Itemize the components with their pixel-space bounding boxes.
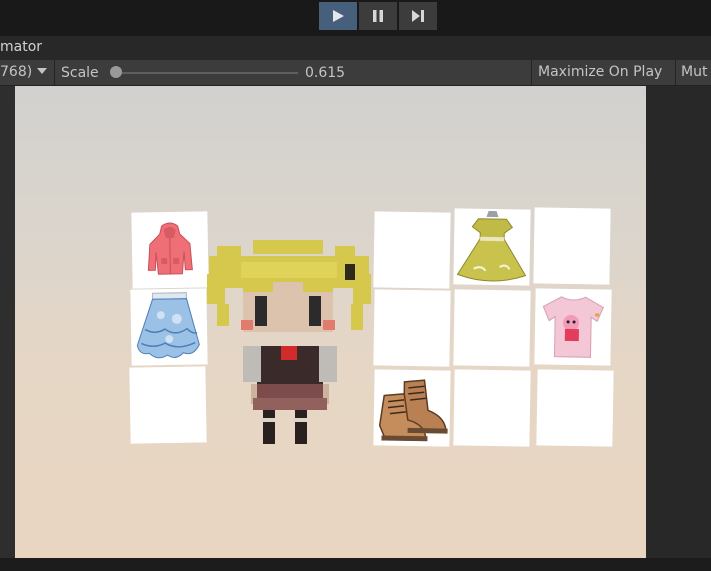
toolbar-divider	[54, 60, 55, 85]
window-tab-title[interactable]: mator	[0, 39, 42, 55]
step-button[interactable]	[399, 2, 437, 30]
boots-icon	[378, 379, 448, 442]
pause-icon	[373, 10, 383, 22]
inventory-slot-empty[interactable]	[373, 289, 451, 367]
play-button[interactable]	[319, 2, 357, 30]
playback-controls	[319, 2, 439, 30]
inventory-slot-empty[interactable]	[373, 211, 451, 289]
inventory-slot-tshirt[interactable]	[534, 288, 612, 366]
game-view-side-panel	[646, 86, 711, 558]
main-toolbar	[0, 0, 711, 36]
coat-icon	[147, 222, 193, 275]
tshirt-icon	[542, 296, 604, 358]
step-icon	[412, 10, 424, 22]
resolution-dropdown[interactable]: 768)	[0, 64, 32, 80]
dress-icon	[456, 210, 527, 282]
inventory-slot-empty[interactable]	[536, 369, 614, 447]
inventory-slot-skirt[interactable]	[130, 288, 208, 366]
scale-slider-track[interactable]	[116, 72, 298, 74]
inventory-slot-boots[interactable]	[373, 369, 451, 447]
game-view-toolbar: 768) Scale 0.615 Maximize On Play Mut	[0, 60, 711, 86]
scale-value: 0.615	[305, 65, 346, 81]
play-icon	[333, 10, 344, 22]
inventory-slot-empty[interactable]	[129, 366, 207, 444]
inventory-slot-empty[interactable]	[533, 207, 611, 285]
window-tab-strip: mator	[0, 36, 711, 60]
inventory-slot-coat[interactable]	[131, 211, 209, 289]
inventory-slot-empty[interactable]	[453, 289, 531, 367]
pause-button[interactable]	[359, 2, 397, 30]
maximize-on-play-button[interactable]: Maximize On Play	[532, 60, 674, 85]
bottom-bar	[0, 558, 711, 571]
character-avatar	[207, 240, 371, 444]
chevron-down-icon[interactable]	[37, 68, 47, 74]
game-viewport[interactable]	[15, 86, 646, 558]
inventory-slot-empty[interactable]	[453, 369, 531, 447]
scale-label: Scale	[61, 65, 99, 81]
mute-audio-button[interactable]: Mut	[676, 60, 707, 85]
inventory-slot-dress[interactable]	[453, 208, 531, 286]
skirt-icon	[136, 292, 200, 359]
scale-slider-thumb[interactable]	[110, 66, 122, 78]
